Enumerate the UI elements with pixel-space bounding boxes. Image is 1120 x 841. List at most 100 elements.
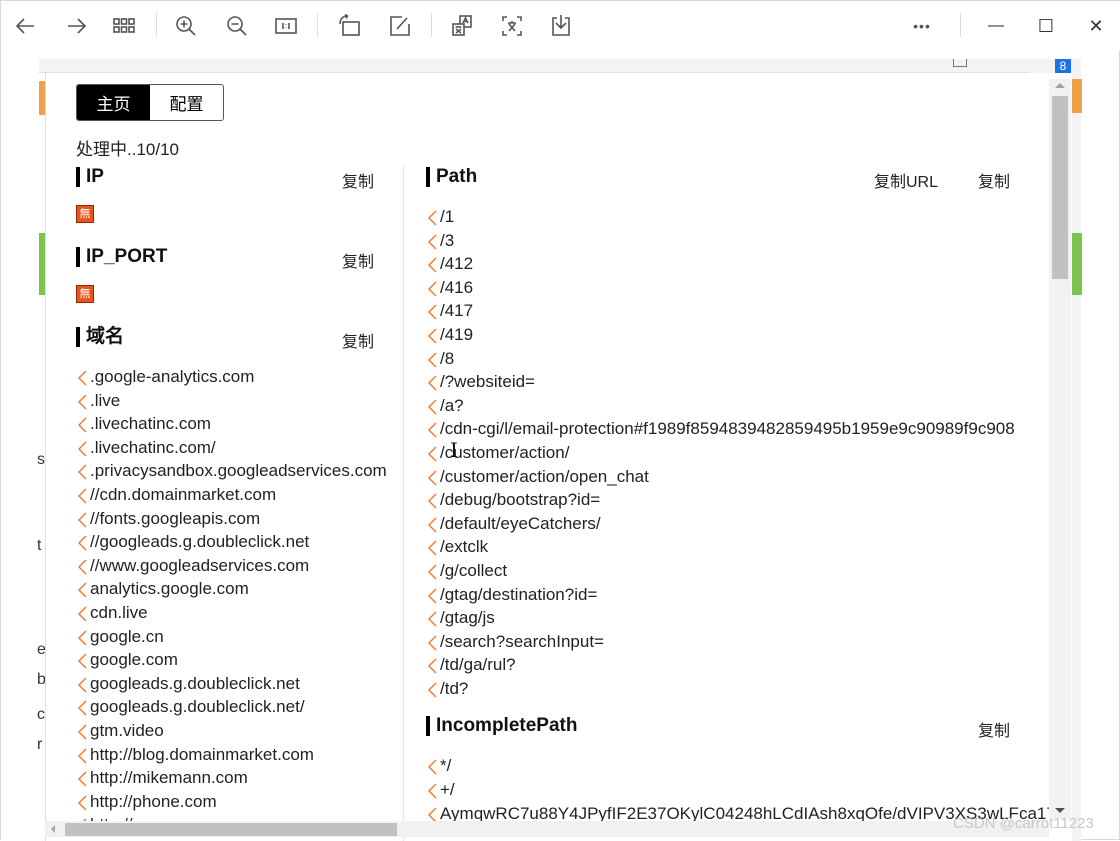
close-button[interactable]: ✕ — [1081, 11, 1111, 41]
list-item[interactable]: /g/collect — [426, 559, 1026, 583]
copy-button[interactable]: 复制 — [978, 168, 1010, 192]
chevron-left-icon[interactable] — [426, 681, 438, 698]
list-item[interactable]: http://mikemann.com — [76, 766, 376, 790]
edit-button[interactable] — [385, 11, 415, 41]
extension-badge[interactable]: 8 — [1055, 59, 1071, 73]
scroll-down-arrow-icon[interactable] — [1055, 808, 1065, 813]
list-item[interactable]: /gtag/destination?id= — [426, 583, 1026, 607]
chevron-left-icon[interactable] — [76, 487, 88, 504]
ocr-button[interactable] — [497, 11, 527, 41]
copy-button[interactable]: 复制 — [978, 717, 1010, 741]
list-item[interactable]: */ — [426, 754, 1026, 778]
chevron-left-icon[interactable] — [76, 416, 88, 433]
download-button[interactable] — [546, 11, 576, 41]
chevron-left-icon[interactable] — [426, 587, 438, 604]
chevron-left-icon[interactable] — [426, 374, 438, 391]
back-button[interactable] — [11, 11, 41, 41]
list-item[interactable]: google.com — [76, 648, 376, 672]
chevron-left-icon[interactable] — [76, 723, 88, 740]
list-item[interactable]: .privacysandbox.googleadservices.com — [76, 459, 387, 483]
list-item[interactable]: analytics.google.com — [76, 577, 376, 601]
list-item[interactable]: /td/ga/rul? — [426, 653, 1026, 677]
chevron-left-icon[interactable] — [426, 256, 438, 273]
chevron-left-icon[interactable] — [426, 469, 438, 486]
list-item[interactable]: .livechatinc.com/ — [76, 436, 376, 460]
list-item[interactable]: //googleads.g.doubleclick.net — [76, 530, 376, 554]
scroll-left-arrow-icon[interactable] — [51, 825, 55, 833]
list-item[interactable]: /cdn-cgi/l/email-protection#f1989f859483… — [426, 417, 1026, 441]
zoom-out-button[interactable] — [222, 11, 252, 41]
chevron-left-icon[interactable] — [426, 563, 438, 580]
list-item[interactable]: cdn.live — [76, 601, 376, 625]
chevron-left-icon[interactable] — [426, 539, 438, 556]
scroll-thumb[interactable] — [65, 823, 397, 836]
list-item[interactable]: /?websiteid= — [426, 370, 1026, 394]
chevron-left-icon[interactable] — [76, 581, 88, 598]
list-item[interactable]: /customer/action/ — [426, 441, 1026, 465]
list-item[interactable]: /8 — [426, 347, 1026, 371]
list-item[interactable]: .live — [76, 389, 376, 413]
chevron-left-icon[interactable] — [426, 492, 438, 509]
chevron-left-icon[interactable] — [76, 676, 88, 693]
chevron-left-icon[interactable] — [426, 806, 438, 823]
list-item[interactable]: /default/eyeCatchers/ — [426, 512, 1026, 536]
list-item[interactable]: //www.googleadservices.com — [76, 554, 376, 578]
list-item[interactable]: .livechatinc.com — [76, 412, 376, 436]
chevron-left-icon[interactable] — [76, 393, 88, 410]
list-item[interactable]: /a? — [426, 394, 1026, 418]
list-item[interactable]: /search?searchInput= — [426, 630, 1026, 654]
maximize-button[interactable]: ☐ — [1031, 11, 1061, 41]
horizontal-scrollbar[interactable] — [45, 821, 1049, 837]
chevron-left-icon[interactable] — [76, 440, 88, 457]
vertical-scrollbar[interactable] — [1049, 79, 1071, 819]
chevron-left-icon[interactable] — [426, 421, 438, 438]
chevron-left-icon[interactable] — [76, 699, 88, 716]
chevron-left-icon[interactable] — [426, 782, 438, 799]
list-item[interactable]: .google-analytics.com — [76, 365, 376, 389]
list-item[interactable]: http://blog.domainmarket.com — [76, 743, 376, 767]
tab-home[interactable]: 主页 — [77, 85, 150, 120]
chevron-left-icon[interactable] — [76, 463, 88, 480]
list-item[interactable]: /416 — [426, 276, 1026, 300]
chevron-left-icon[interactable] — [76, 605, 88, 622]
chevron-left-icon[interactable] — [76, 794, 88, 811]
list-item[interactable]: /419 — [426, 323, 1026, 347]
list-item[interactable]: /td? — [426, 677, 1026, 701]
list-item[interactable]: /412 — [426, 252, 1026, 276]
chevron-left-icon[interactable] — [426, 516, 438, 533]
list-item[interactable]: googleads.g.doubleclick.net/ — [76, 695, 376, 719]
list-item[interactable]: /extclk — [426, 535, 1026, 559]
list-item[interactable]: googleads.g.doubleclick.net — [76, 672, 376, 696]
chevron-left-icon[interactable] — [426, 610, 438, 627]
list-item[interactable]: //cdn.domainmarket.com — [76, 483, 376, 507]
list-item[interactable]: http://phone.com — [76, 790, 376, 814]
extension-icon[interactable] — [953, 59, 967, 67]
list-item[interactable]: //fonts.googleapis.com — [76, 507, 376, 531]
list-item[interactable]: /3 — [426, 229, 1026, 253]
translate-button[interactable] — [447, 11, 477, 41]
chevron-left-icon[interactable] — [76, 558, 88, 575]
chevron-left-icon[interactable] — [426, 634, 438, 651]
chevron-left-icon[interactable] — [426, 233, 438, 250]
chevron-left-icon[interactable] — [76, 534, 88, 551]
list-item[interactable]: gtm.video — [76, 719, 376, 743]
chevron-left-icon[interactable] — [426, 280, 438, 297]
chevron-left-icon[interactable] — [426, 327, 438, 344]
copy-button[interactable]: 复制 — [342, 248, 374, 272]
list-item[interactable]: /customer/action/open_chat — [426, 465, 1026, 489]
chevron-left-icon[interactable] — [76, 511, 88, 528]
actual-size-button[interactable] — [271, 11, 301, 41]
chevron-left-icon[interactable] — [426, 657, 438, 674]
chevron-left-icon[interactable] — [76, 369, 88, 386]
copy-button[interactable]: 复制 — [342, 328, 374, 352]
scroll-up-arrow-icon[interactable] — [1055, 83, 1065, 88]
chevron-left-icon[interactable] — [426, 351, 438, 368]
chevron-left-icon[interactable] — [426, 758, 438, 775]
copy-url-button[interactable]: 复制URL — [874, 168, 938, 192]
chevron-left-icon[interactable] — [76, 770, 88, 787]
list-item[interactable]: google.cn — [76, 625, 376, 649]
chevron-left-icon[interactable] — [426, 398, 438, 415]
copy-button[interactable]: 复制 — [342, 168, 374, 192]
more-options-button[interactable]: ••• — [907, 11, 937, 41]
chevron-left-icon[interactable] — [76, 747, 88, 764]
